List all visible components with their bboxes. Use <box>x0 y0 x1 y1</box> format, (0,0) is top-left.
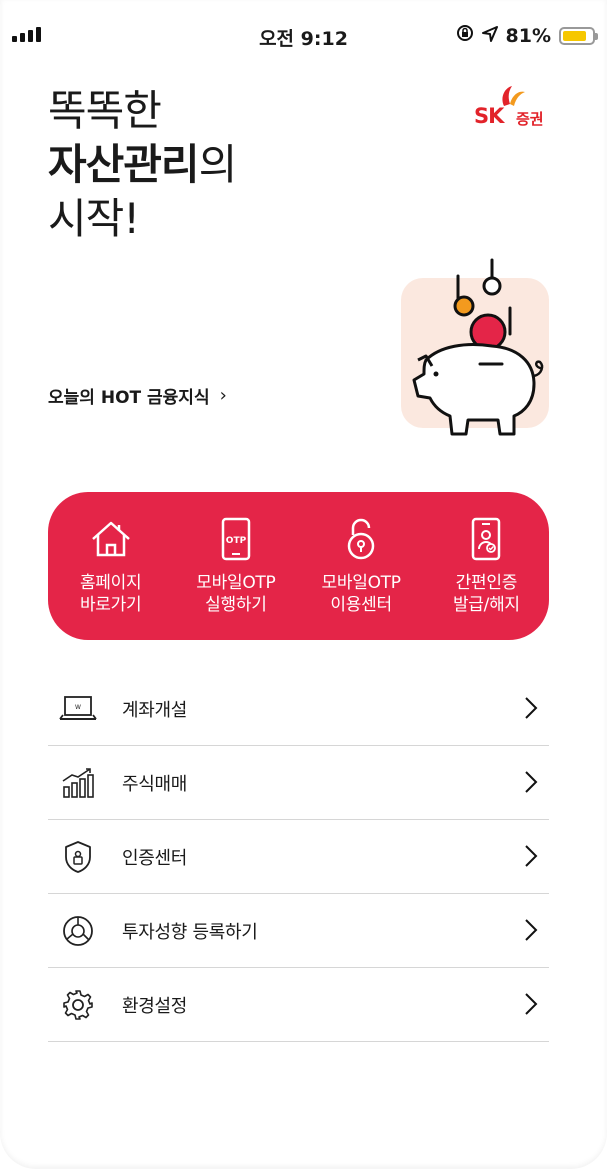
quick-simple-auth-button[interactable]: 간편인증 발급/해지 <box>424 492 549 640</box>
hero-title-line3: 시작! <box>48 194 140 243</box>
menu-item-settings[interactable]: 환경설정 <box>48 968 549 1042</box>
chevron-right-icon <box>525 919 538 941</box>
chevron-right-icon <box>525 697 538 719</box>
sk-securities-logo: SK 증권 <box>474 84 554 130</box>
svg-text:W: W <box>75 704 81 711</box>
chevron-right-icon <box>525 771 538 793</box>
stock-chart-icon <box>48 767 108 799</box>
menu-item-label: 계좌개설 <box>122 699 188 721</box>
otp-phone-icon: OTP <box>220 517 252 561</box>
hero-title-line1: 똑똑한 <box>48 86 162 135</box>
svg-text:OTP: OTP <box>226 536 247 546</box>
gear-icon <box>48 989 108 1021</box>
menu-item-label: 인증센터 <box>122 847 188 869</box>
hot-finance-label: 오늘의 HOT 금융지식 <box>48 388 210 408</box>
quick-menu-panel: 홈페이지 바로가기 OTP 모바일OTP 실행하기 모바일OTP 이용센터 간편인증 발… <box>48 492 549 640</box>
hero-title-suffix: 의 <box>198 140 238 189</box>
hero-title: 똑똑한 자산관리의 시작! <box>48 84 238 246</box>
quick-label: 간편인증 발급/해지 <box>452 573 520 615</box>
logo-sk-text: SK <box>474 104 504 128</box>
status-right-group: 81% <box>456 24 598 47</box>
battery-icon <box>559 26 598 45</box>
hero-title-line2: 자산관리의 <box>48 138 238 192</box>
menu-item-label: 주식매매 <box>122 773 188 795</box>
home-icon <box>89 518 133 560</box>
status-bar: 오전 9:12 81% <box>0 0 607 72</box>
hot-finance-link[interactable]: 오늘의 HOT 금융지식 › <box>48 383 227 408</box>
location-arrow-icon <box>481 25 498 47</box>
quick-label: 모바일OTP 이용센터 <box>321 573 401 615</box>
quick-label: 홈페이지 바로가기 <box>79 573 142 615</box>
quick-label: 모바일OTP 실행하기 <box>196 573 276 615</box>
menu-item-investment-profile[interactable]: 투자성향 등록하기 <box>48 894 549 968</box>
chevron-right-icon <box>525 845 538 867</box>
quick-otp-center-button[interactable]: 모바일OTP 이용센터 <box>299 492 424 640</box>
menu-item-account-open[interactable]: W 계좌개설 <box>48 672 549 746</box>
menu-item-stock-trading[interactable]: 주식매매 <box>48 746 549 820</box>
pie-chart-icon <box>48 915 108 947</box>
rotation-lock-icon <box>456 24 474 47</box>
lock-icon <box>344 518 378 560</box>
hero-title-bold: 자산관리 <box>48 140 200 189</box>
menu-list: W 계좌개설 주식매매 인증센터 투자성향 등록하기 환경설정 <box>48 672 549 1042</box>
logo-company-text: 증권 <box>516 110 544 128</box>
quick-otp-run-button[interactable]: OTP 모바일OTP 실행하기 <box>173 492 298 640</box>
menu-item-auth-center[interactable]: 인증센터 <box>48 820 549 894</box>
chevron-right-icon: › <box>219 385 227 406</box>
battery-percent: 81% <box>505 24 551 47</box>
menu-item-label: 환경설정 <box>122 995 188 1017</box>
certificate-phone-icon <box>470 517 502 561</box>
quick-homepage-button[interactable]: 홈페이지 바로가기 <box>48 492 173 640</box>
shield-icon <box>48 840 108 874</box>
laptop-icon: W <box>48 695 108 723</box>
piggy-bank-icon <box>412 258 544 436</box>
menu-item-label: 투자성향 등록하기 <box>122 921 258 943</box>
chevron-right-icon <box>525 993 538 1015</box>
